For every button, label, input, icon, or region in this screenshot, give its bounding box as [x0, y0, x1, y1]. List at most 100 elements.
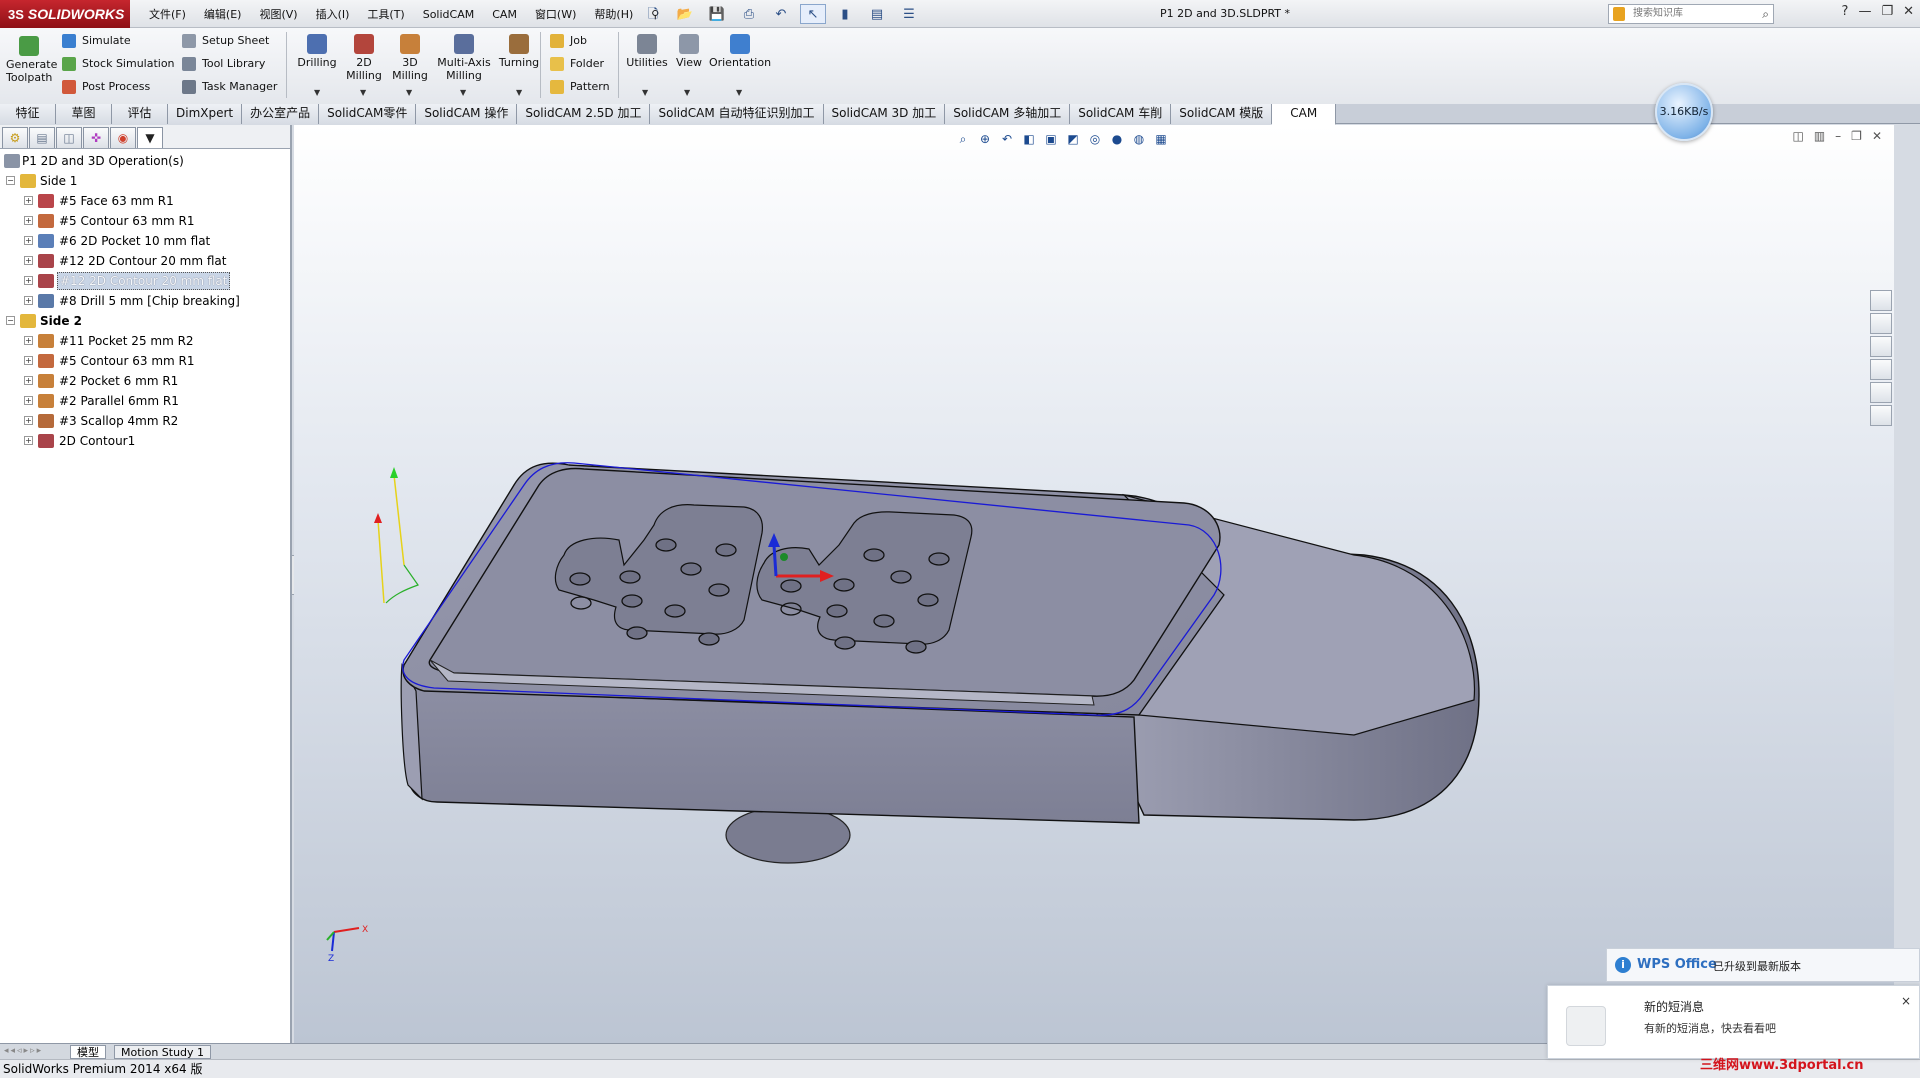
operation-label-editing[interactable]: #12 2D Contour 20 mm flat [57, 272, 231, 290]
tab-solidcam-multiaxis[interactable]: SolidCAM 多轴加工 [945, 104, 1071, 124]
dropdown-arrow-icon[interactable]: ▼ [516, 88, 522, 97]
collapse-icon[interactable]: − [6, 316, 15, 325]
tool-library-button[interactable]: Tool Library [182, 57, 265, 71]
tab-dimxpert[interactable]: DimXpert [168, 104, 243, 124]
menu-view[interactable]: 视图(V) [250, 6, 306, 22]
file-explorer-icon[interactable] [1870, 336, 1892, 357]
turning-button[interactable]: Turning [496, 34, 542, 69]
expand-icon[interactable]: + [24, 276, 33, 285]
display-manager-icon[interactable]: ◉ [110, 127, 136, 148]
collapse-icon[interactable]: − [6, 176, 15, 185]
feature-manager-icon[interactable]: ⚙ [2, 127, 28, 148]
expand-icon[interactable]: + [24, 296, 33, 305]
solidcam-manager-icon[interactable]: ▼ [137, 127, 163, 148]
dropdown-arrow-icon[interactable]: ▼ [406, 88, 412, 97]
expand-icon[interactable]: + [24, 256, 33, 265]
new-document-icon[interactable]: 🗋 [640, 4, 666, 24]
stock-simulation-button[interactable]: Stock Simulation [62, 57, 175, 71]
design-library-icon[interactable] [1870, 313, 1892, 334]
2d-milling-button[interactable]: 2D Milling [342, 34, 386, 82]
utilities-button[interactable]: Utilities [624, 34, 670, 69]
dropdown-arrow-icon[interactable]: ▼ [736, 88, 742, 97]
tree-item[interactable]: + #11 Pocket 25 mm R2 [0, 331, 290, 351]
generate-toolpath-button[interactable]: Generate Toolpath [6, 36, 57, 84]
expand-icon[interactable]: + [24, 436, 33, 445]
menu-insert[interactable]: 插入(I) [307, 6, 359, 22]
tree-item[interactable]: + #5 Contour 63 mm R1 [0, 351, 290, 371]
dropdown-arrow-icon[interactable]: ▼ [684, 88, 690, 97]
setup-sheet-button[interactable]: Setup Sheet [182, 34, 269, 48]
custom-properties-icon[interactable] [1870, 405, 1892, 426]
tab-features[interactable]: 特征 [0, 104, 56, 124]
restore-icon[interactable]: ❐ [1881, 4, 1893, 19]
tab-solidcam-3d[interactable]: SolidCAM 3D 加工 [823, 104, 946, 124]
rebuild-icon[interactable]: ▮ [832, 4, 858, 24]
view-button[interactable]: View [672, 34, 706, 69]
drilling-button[interactable]: Drilling [296, 34, 338, 69]
dropdown-arrow-icon[interactable]: ▼ [314, 88, 320, 97]
select-pointer-icon[interactable]: ↖ [800, 4, 826, 24]
tab-cam[interactable]: CAM [1272, 104, 1337, 125]
menu-file[interactable]: 文件(F) [140, 6, 195, 22]
expand-icon[interactable]: + [24, 336, 33, 345]
tree-root[interactable]: P1 2D and 3D Operation(s) [0, 151, 290, 171]
expand-icon[interactable]: + [24, 196, 33, 205]
tree-folder-side2[interactable]: − Side 2 [0, 311, 290, 331]
configuration-manager-icon[interactable]: ◫ [56, 127, 82, 148]
expand-icon[interactable]: + [24, 416, 33, 425]
wps-update-banner[interactable]: i WPS Office 已升级到最新版本 [1606, 948, 1920, 982]
print-icon[interactable]: ⎙ [736, 4, 762, 24]
search-icon[interactable]: ⌕ [1762, 5, 1769, 23]
graphics-viewport[interactable]: ⌕ ⊕ ↶ ◧ ▣ ◩ ◎ ● ◍ ▦ ◫ ▥ – ❐ ✕ X Z [294, 125, 1894, 1043]
dropdown-arrow-icon[interactable]: ▼ [360, 88, 366, 97]
expand-icon[interactable]: + [24, 356, 33, 365]
close-icon[interactable]: ✕ [1903, 4, 1914, 19]
tab-solidcam-turning[interactable]: SolidCAM 车削 [1070, 104, 1172, 124]
tab-solidcam-2-5d[interactable]: SolidCAM 2.5D 加工 [517, 104, 651, 124]
expand-icon[interactable]: + [24, 216, 33, 225]
3d-milling-button[interactable]: 3D Milling [388, 34, 432, 82]
tree-folder-side1[interactable]: − Side 1 [0, 171, 290, 191]
tab-solidcam-operations[interactable]: SolidCAM 操作 [416, 104, 518, 124]
view-palette-icon[interactable] [1870, 359, 1892, 380]
task-manager-button[interactable]: Task Manager [182, 80, 277, 94]
tab-motion-study[interactable]: Motion Study 1 [114, 1045, 212, 1059]
menu-help[interactable]: 帮助(H) [585, 6, 642, 22]
tab-sketch[interactable]: 草图 [56, 104, 112, 124]
menu-edit[interactable]: 编辑(E) [195, 6, 251, 22]
file-properties-icon[interactable]: ▤ [864, 4, 890, 24]
dimxpert-manager-icon[interactable]: ✜ [83, 127, 109, 148]
dropdown-arrow-icon[interactable]: ▼ [460, 88, 466, 97]
menu-cam[interactable]: CAM [483, 8, 526, 21]
tree-item[interactable]: + #8 Drill 5 mm [Chip breaking] [0, 291, 290, 311]
post-process-button[interactable]: Post Process [62, 80, 150, 94]
folder-button[interactable]: Folder [550, 57, 604, 71]
orientation-button[interactable]: Orientation [708, 34, 772, 69]
undo-icon[interactable]: ↶ [768, 4, 794, 24]
help-icon[interactable]: ? [1842, 4, 1849, 19]
tree-item[interactable]: + #5 Face 63 mm R1 [0, 191, 290, 211]
simulate-button[interactable]: Simulate [62, 34, 131, 48]
tree-item[interactable]: + #6 2D Pocket 10 mm flat [0, 231, 290, 251]
property-manager-icon[interactable]: ▤ [29, 127, 55, 148]
expand-icon[interactable]: + [24, 376, 33, 385]
network-speed-badge[interactable]: 3.16KB/s [1655, 83, 1713, 141]
tree-item-selected[interactable]: + #12 2D Contour 20 mm flat [0, 271, 290, 291]
solidworks-logo[interactable]: 3S SOLIDWORKS [0, 0, 130, 28]
minimize-icon[interactable]: — [1858, 4, 1871, 19]
message-notification[interactable]: 新的短消息 有新的短消息，快去看看吧 × [1547, 985, 1920, 1059]
tree-item[interactable]: + #12 2D Contour 20 mm flat [0, 251, 290, 271]
tree-item[interactable]: + #3 Scallop 4mm R2 [0, 411, 290, 431]
tree-item[interactable]: + #2 Parallel 6mm R1 [0, 391, 290, 411]
menu-tools[interactable]: 工具(T) [358, 6, 413, 22]
tab-scroll-arrows-icon[interactable]: ◂◂◃▸▹▸ [4, 1046, 43, 1056]
dropdown-arrow-icon[interactable]: ▼ [642, 88, 648, 97]
tab-model[interactable]: 模型 [70, 1045, 106, 1059]
tab-office-products[interactable]: 办公室产品 [242, 104, 320, 124]
tab-solidcam-afrm[interactable]: SolidCAM 自动特征识别加工 [650, 104, 824, 124]
tree-item[interactable]: + 2D Contour1 [0, 431, 290, 451]
expand-icon[interactable]: + [24, 396, 33, 405]
tree-item[interactable]: + #5 Contour 63 mm R1 [0, 211, 290, 231]
open-icon[interactable]: 📂 [672, 4, 698, 24]
menu-window[interactable]: 窗口(W) [526, 6, 585, 22]
